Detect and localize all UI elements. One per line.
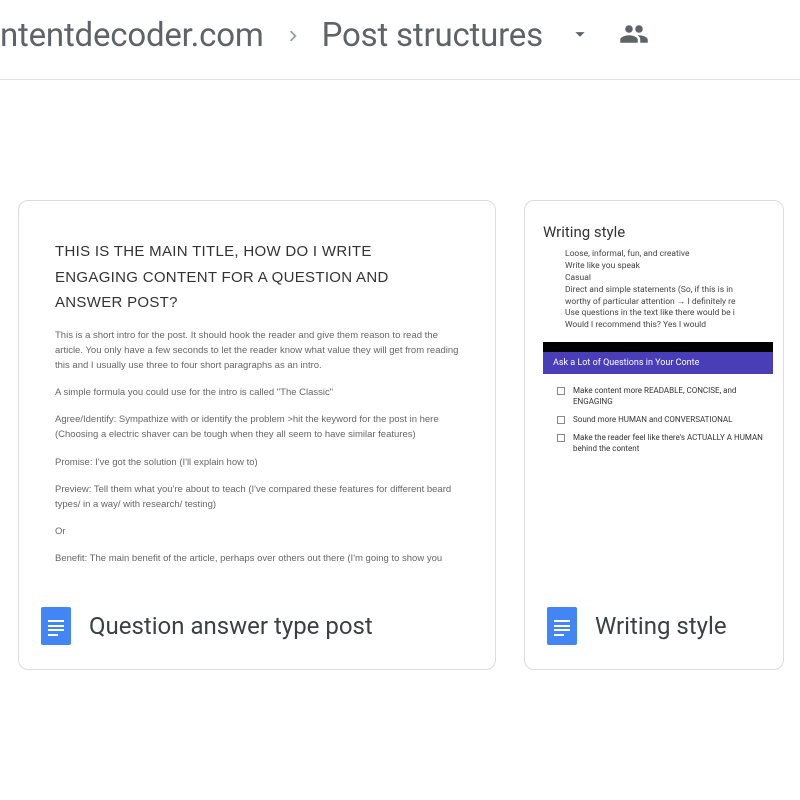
list-item: Make the reader feel like there's ACTUAL…	[573, 433, 767, 454]
list-item: Use questions in the text like there wou…	[565, 308, 773, 320]
file-title: Question answer type post	[89, 612, 373, 640]
breadcrumb-bar: ntentdecoder.com Post structures	[0, 0, 800, 80]
chevron-down-icon[interactable]	[569, 23, 591, 49]
thumb-text: A simple formula you could use for the i…	[55, 385, 459, 400]
people-icon[interactable]	[619, 19, 649, 53]
file-title: Writing style	[595, 612, 727, 640]
list-item: worthy of particular attention → I defin…	[565, 297, 773, 309]
thumb-heading: THIS IS THE MAIN TITLE, HOW DO I WRITE E…	[55, 239, 459, 316]
file-card[interactable]: Writing style Loose, informal, fun, and …	[524, 200, 784, 670]
file-grid: THIS IS THE MAIN TITLE, HOW DO I WRITE E…	[0, 80, 800, 670]
slide-title-bar: Ask a Lot of Questions in Your Conte	[543, 352, 773, 374]
file-card[interactable]: THIS IS THE MAIN TITLE, HOW DO I WRITE E…	[18, 200, 496, 670]
list-item: Direct and simple statements (So, if thi…	[565, 285, 773, 297]
thumb-text: Benefit: The main benefit of the article…	[55, 551, 459, 566]
slide-body: Make content more READABLE, CONCISE, and…	[543, 374, 773, 468]
list-item: Sound more HUMAN and CONVERSATIONAL	[573, 415, 732, 425]
file-footer: Writing style	[525, 589, 783, 669]
thumb-text: Or	[55, 524, 459, 539]
thumb-text: Promise: I've got the solution (I'll exp…	[55, 455, 459, 470]
google-doc-icon	[547, 607, 577, 645]
thumb-text: Preview: Tell them what you're about to …	[55, 482, 459, 512]
list-item: Write like you speak	[565, 261, 773, 273]
slide-bar	[543, 342, 773, 352]
list-item: Casual	[565, 273, 773, 285]
thumb-text: Agree/Identify: Sympathize with or ident…	[55, 412, 459, 442]
file-thumbnail: Writing style Loose, informal, fun, and …	[525, 201, 783, 589]
thumb-text: This is a short intro for the post. It s…	[55, 328, 459, 374]
list-item: Loose, informal, fun, and creative	[565, 249, 773, 261]
chevron-right-icon	[282, 25, 304, 47]
file-thumbnail: THIS IS THE MAIN TITLE, HOW DO I WRITE E…	[19, 201, 495, 589]
breadcrumb-item-1[interactable]: ntentdecoder.com	[0, 16, 264, 55]
list-item: Would I recommend this? Yes I would	[565, 320, 773, 332]
breadcrumb-item-2[interactable]: Post structures	[322, 16, 543, 55]
thumb-heading: Writing style	[543, 223, 773, 241]
file-footer: Question answer type post	[19, 589, 495, 669]
google-doc-icon	[41, 607, 71, 645]
thumb-list: Loose, informal, fun, and creative Write…	[543, 249, 773, 332]
list-item: Make content more READABLE, CONCISE, and…	[573, 386, 767, 407]
